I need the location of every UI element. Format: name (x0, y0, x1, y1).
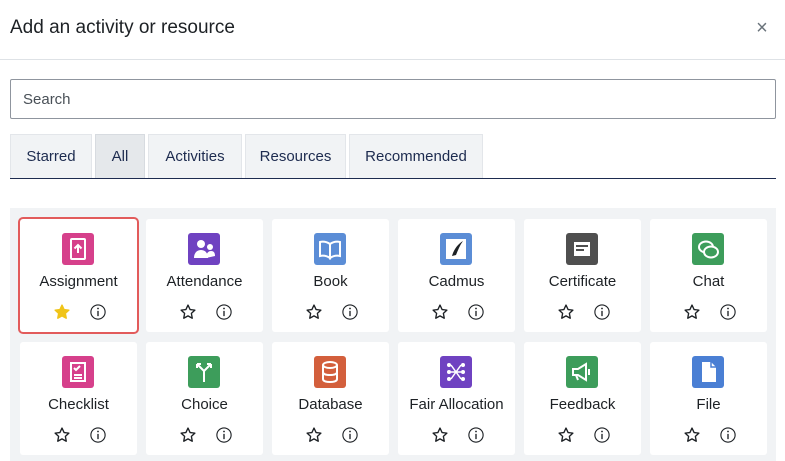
info-icon[interactable] (467, 426, 485, 444)
star-icon[interactable] (179, 426, 197, 444)
fair-allocation-icon (440, 356, 472, 388)
tab-starred[interactable]: Starred (10, 134, 92, 178)
module-card[interactable]: Assignment (20, 219, 137, 332)
star-icon[interactable] (431, 426, 449, 444)
tab-activities[interactable]: Activities (148, 134, 242, 178)
book-icon (314, 233, 346, 265)
module-label: Chat (692, 273, 725, 290)
star-icon[interactable] (557, 426, 575, 444)
tab-resources[interactable]: Resources (245, 134, 346, 178)
star-icon[interactable] (683, 426, 701, 444)
info-icon[interactable] (719, 303, 737, 321)
module-card[interactable]: Choice (146, 342, 263, 455)
tab-all[interactable]: All (95, 134, 145, 178)
module-card[interactable]: Checklist (20, 342, 137, 455)
modal-title: Add an activity or resource (10, 17, 235, 38)
module-label: Certificate (548, 273, 617, 290)
tab-bar: Starred All Activities Resources Recomme… (10, 134, 776, 179)
module-label: Checklist (48, 396, 109, 413)
module-label: Cadmus (428, 273, 485, 290)
info-icon[interactable] (467, 303, 485, 321)
info-icon[interactable] (593, 303, 611, 321)
attendance-icon (188, 233, 220, 265)
star-filled-icon[interactable] (53, 303, 71, 321)
close-icon[interactable]: × (751, 16, 773, 40)
star-icon[interactable] (53, 426, 71, 444)
star-icon[interactable] (179, 303, 197, 321)
module-label: Choice (181, 396, 228, 413)
module-card[interactable]: Fair Allocation (398, 342, 515, 455)
certificate-icon (566, 233, 598, 265)
tab-recommended[interactable]: Recommended (349, 134, 483, 178)
checklist-icon (62, 356, 94, 388)
star-icon[interactable] (431, 303, 449, 321)
search-input[interactable] (10, 79, 776, 119)
module-card[interactable]: Database (272, 342, 389, 455)
module-card[interactable]: Feedback (524, 342, 641, 455)
module-card[interactable]: Attendance (146, 219, 263, 332)
star-icon[interactable] (683, 303, 701, 321)
feedback-icon (566, 356, 598, 388)
database-icon (314, 356, 346, 388)
info-icon[interactable] (593, 426, 611, 444)
module-label: File (696, 396, 721, 413)
module-card[interactable]: File (650, 342, 767, 455)
chat-icon (692, 233, 724, 265)
info-icon[interactable] (341, 303, 359, 321)
module-label: Assignment (39, 273, 118, 290)
cadmus-icon (440, 233, 472, 265)
module-label: Fair Allocation (409, 396, 504, 413)
module-card[interactable]: Cadmus (398, 219, 515, 332)
module-card[interactable]: Book (272, 219, 389, 332)
star-icon[interactable] (305, 426, 323, 444)
module-label: Feedback (549, 396, 616, 413)
module-label: Database (298, 396, 363, 413)
module-card[interactable]: Chat (650, 219, 767, 332)
info-icon[interactable] (341, 426, 359, 444)
info-icon[interactable] (89, 426, 107, 444)
info-icon[interactable] (215, 426, 233, 444)
modal-header: Add an activity or resource × (0, 0, 785, 60)
module-card[interactable]: Certificate (524, 219, 641, 332)
info-icon[interactable] (215, 303, 233, 321)
assignment-icon (62, 233, 94, 265)
file-icon (692, 356, 724, 388)
info-icon[interactable] (89, 303, 107, 321)
choice-icon (188, 356, 220, 388)
star-icon[interactable] (305, 303, 323, 321)
module-label: Book (313, 273, 348, 290)
info-icon[interactable] (719, 426, 737, 444)
star-icon[interactable] (557, 303, 575, 321)
module-label: Attendance (166, 273, 243, 290)
